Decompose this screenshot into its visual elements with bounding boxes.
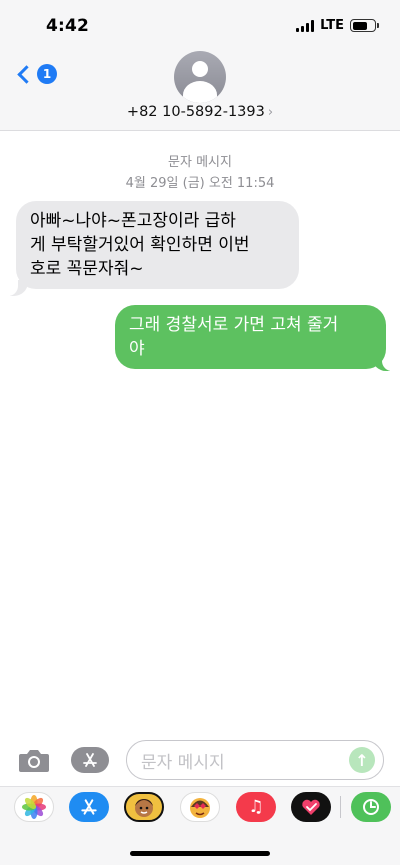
digital-touch-icon — [302, 799, 320, 815]
memoji-app-button[interactable] — [124, 792, 164, 822]
screen-time-app-button[interactable] — [351, 792, 391, 822]
music-app-button[interactable]: ♫ — [236, 792, 276, 822]
message-line: 아빠~나야~폰고장이라 급하 — [30, 211, 236, 231]
photos-app-button[interactable] — [14, 792, 54, 822]
person-head-icon — [192, 61, 208, 77]
chevron-right-icon: › — [267, 105, 274, 120]
digital-touch-app-button[interactable] — [291, 792, 331, 822]
animoji-app-button[interactable] — [180, 792, 220, 822]
drawer-divider — [340, 796, 341, 818]
music-icon: ♫ — [248, 797, 264, 817]
message-kind-label: 문자 메시지 — [168, 155, 232, 170]
contact-name-button[interactable]: +82 10-5892-1393 › — [0, 104, 400, 120]
message-input-placeholder: 문자 메시지 — [141, 752, 225, 773]
home-indicator[interactable] — [130, 851, 270, 856]
send-button[interactable]: ↑ — [349, 747, 375, 773]
unread-badge: 1 — [37, 64, 57, 84]
cellular-signal-icon — [296, 19, 315, 32]
memoji-icon — [135, 799, 153, 817]
person-body-icon — [183, 81, 217, 103]
incoming-message-bubble[interactable]: 아빠~나야~폰고장이라 급하 게 부탁할거있어 확인하면 이번 호로 꼭문자줘~ — [16, 201, 299, 289]
camera-icon[interactable] — [18, 748, 50, 774]
message-line: 야 — [129, 339, 145, 359]
back-button[interactable]: 1 — [14, 64, 57, 84]
app-store-icon — [83, 753, 97, 767]
arrow-up-icon: ↑ — [355, 750, 369, 770]
status-time: 4:42 — [46, 16, 90, 36]
screen-time-icon — [363, 799, 379, 815]
message-timestamp: 4월 29일 (금) 오전 11:54 — [125, 176, 275, 191]
message-input[interactable]: 문자 메시지 ↑ — [126, 740, 384, 780]
conversation-header: 4:42 LTE 1 +82 10-5892-1393 › — [0, 0, 400, 131]
app-store-app-button[interactable] — [69, 792, 109, 822]
message-line: 호로 꼭문자줘~ — [30, 259, 144, 279]
message-line: 그래 경찰서로 가면 고쳐 줄거 — [129, 315, 339, 335]
chevron-left-icon — [17, 64, 36, 84]
contact-number: +82 10-5892-1393 — [126, 104, 265, 120]
app-store-icon — [81, 799, 97, 815]
photos-icon — [22, 795, 46, 819]
battery-icon — [350, 19, 379, 32]
message-line: 게 부탁할거있어 확인하면 이번 — [30, 235, 250, 255]
status-indicators: LTE — [296, 18, 379, 33]
network-type: LTE — [320, 18, 344, 33]
animoji-icon — [190, 798, 210, 818]
outgoing-message-bubble[interactable]: 그래 경찰서로 가면 고쳐 줄거 야 — [115, 305, 386, 369]
contact-avatar[interactable] — [174, 51, 226, 103]
app-store-button[interactable] — [71, 747, 109, 773]
